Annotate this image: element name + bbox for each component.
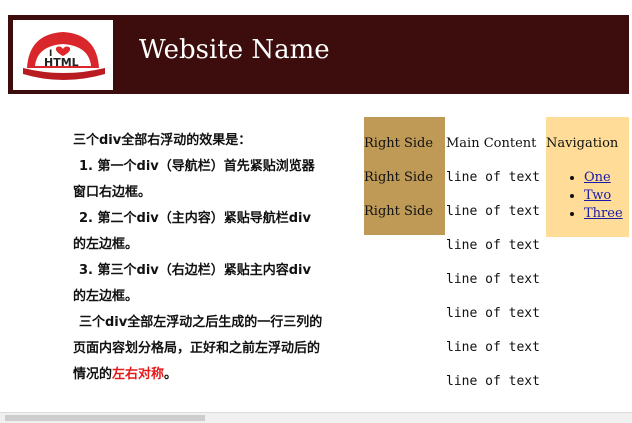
scrollbar-thumb[interactable] [5, 415, 205, 421]
svg-text:HTML: HTML [44, 56, 79, 69]
site-name: Website Name [139, 35, 330, 65]
content-line: line of text [446, 306, 540, 321]
description-summary: 三个div全部左浮动之后生成的一行三列的页面内容划分格局，正好和之前左浮动后的情… [73, 310, 323, 388]
nav-item-three: Three [584, 205, 623, 223]
html-cap-logo: I HTML [13, 20, 113, 90]
description-heading: 三个div全部右浮动的效果是： [73, 133, 252, 148]
main-content-title: Main Content [446, 136, 537, 151]
content-line: line of text [446, 340, 540, 355]
navigation-title: Navigation [546, 136, 619, 151]
nav-link-two[interactable]: Two [584, 188, 611, 203]
site-header: I HTML Website Name [8, 15, 629, 94]
content-line: line of text [446, 374, 540, 389]
right-side-column: Right Side Right Side Right Side [364, 117, 445, 235]
cap-logo-image: I HTML [23, 32, 105, 80]
summary-text: 三个div全部左浮动之后生成的一行三列的页面内容划分格局，正好和之前左浮动后的情… [73, 315, 323, 382]
content-line: line of text [446, 272, 540, 287]
content-line: line of text [446, 204, 540, 219]
right-side-line: Right Side [364, 204, 434, 219]
horizontal-scrollbar[interactable] [0, 412, 632, 423]
content-line: line of text [446, 238, 540, 253]
right-side-line: Right Side [364, 136, 434, 151]
description-text: 三个div全部右浮动的效果是： 1. 第一个div（导航栏）首先紧贴浏览器窗口右… [73, 128, 323, 388]
content-line: line of text [446, 170, 540, 185]
nav-link-three[interactable]: Three [584, 206, 623, 221]
nav-item-two: Two [584, 187, 623, 205]
navigation-column: Navigation One Two Three [546, 117, 629, 237]
nav-link-one[interactable]: One [584, 170, 611, 185]
description-item-2: 2. 第二个div（主内容）紧贴导航栏div的左边框。 [73, 211, 311, 252]
description-item-1: 1. 第一个div（导航栏）首先紧贴浏览器窗口右边框。 [73, 159, 315, 200]
summary-suffix: 。 [164, 367, 178, 382]
nav-link-list: One Two Three [546, 169, 623, 223]
nav-item-one: One [584, 169, 623, 187]
summary-highlight: 左右对称 [112, 367, 165, 382]
main-content-column: Main Content line of text line of text l… [446, 117, 546, 407]
description-item-3: 3. 第三个div（右边栏）紧贴主内容div的左边框。 [73, 263, 311, 304]
right-side-line: Right Side [364, 170, 434, 185]
